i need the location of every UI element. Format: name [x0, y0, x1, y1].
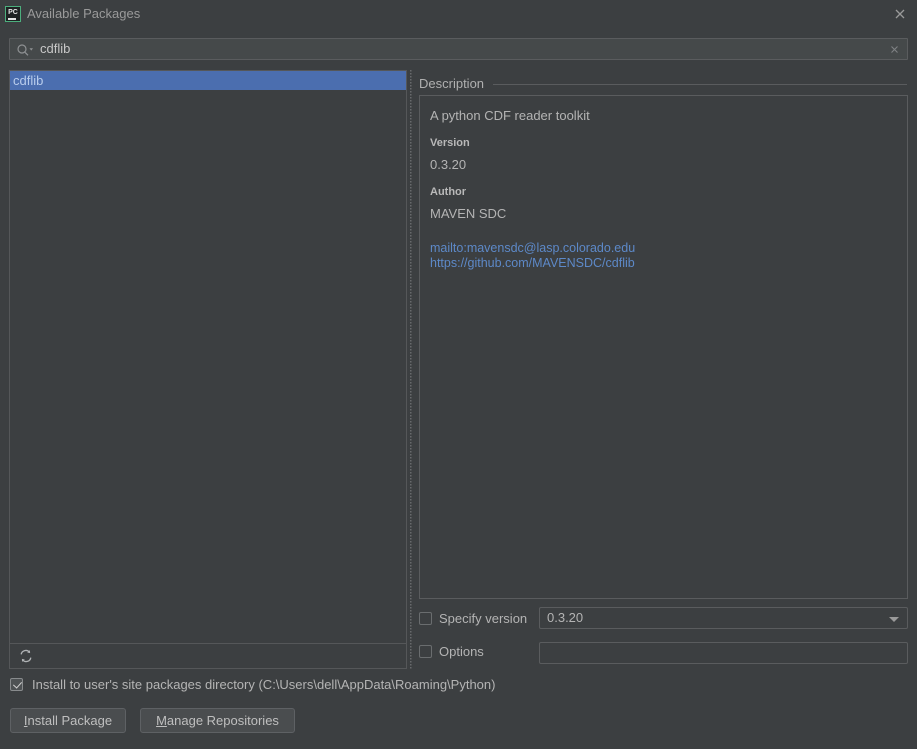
package-summary: A python CDF reader toolkit	[430, 108, 590, 123]
specify-version-label: Specify version	[439, 611, 528, 626]
package-list[interactable]: cdflib	[9, 70, 407, 644]
search-field[interactable]	[9, 38, 908, 60]
version-dropdown-value: 0.3.20	[547, 610, 584, 625]
options-input[interactable]	[539, 642, 908, 664]
package-list-toolbar	[9, 644, 407, 669]
install-package-button[interactable]: Install Package	[10, 708, 126, 733]
version-dropdown[interactable]: 0.3.20	[539, 607, 908, 629]
window-title: Available Packages	[27, 6, 141, 21]
panel-splitter[interactable]	[409, 70, 415, 669]
specify-version-checkbox[interactable]	[419, 612, 432, 625]
author-label: Author	[430, 186, 467, 198]
install-package-label: nstall Package	[27, 713, 113, 728]
version-label: Version	[430, 137, 470, 149]
group-separator	[493, 84, 907, 85]
splitter-grip	[410, 70, 413, 669]
description-links: mailto:mavensdc@lasp.colorado.edu https:…	[430, 241, 897, 271]
list-item-label: cdflib	[13, 73, 44, 88]
options-label: Options	[439, 644, 484, 659]
search-input[interactable]	[40, 39, 880, 59]
refresh-icon[interactable]	[18, 648, 34, 664]
email-link[interactable]: mailto:mavensdc@lasp.colorado.edu	[430, 241, 897, 256]
author-value: MAVEN SDC	[430, 206, 507, 221]
search-icon[interactable]	[16, 43, 34, 57]
version-value: 0.3.20	[430, 157, 467, 172]
manage-repositories-button[interactable]: Manage Repositories	[140, 708, 295, 733]
pycharm-icon: PC	[5, 6, 21, 22]
homepage-link[interactable]: https://github.com/MAVENSDC/cdflib	[430, 256, 897, 271]
install-to-user-label: Install to user's site packages director…	[32, 677, 496, 692]
title-bar: PC Available Packages	[0, 0, 917, 28]
clear-icon[interactable]	[888, 43, 901, 56]
manage-repositories-label: anage Repositories	[166, 713, 279, 728]
list-item[interactable]: cdflib	[10, 71, 406, 90]
description-panel: A python CDF reader toolkit Version 0.3.…	[419, 95, 908, 599]
chevron-down-icon[interactable]	[889, 617, 899, 622]
options-checkbox[interactable]	[419, 645, 432, 658]
manage-repositories-mnemonic: M	[156, 713, 167, 728]
install-to-user-checkbox[interactable]	[10, 678, 23, 691]
description-group-title: Description	[419, 77, 491, 91]
description-group: Description A python CDF reader toolkit …	[419, 77, 908, 599]
close-icon[interactable]	[891, 5, 909, 23]
